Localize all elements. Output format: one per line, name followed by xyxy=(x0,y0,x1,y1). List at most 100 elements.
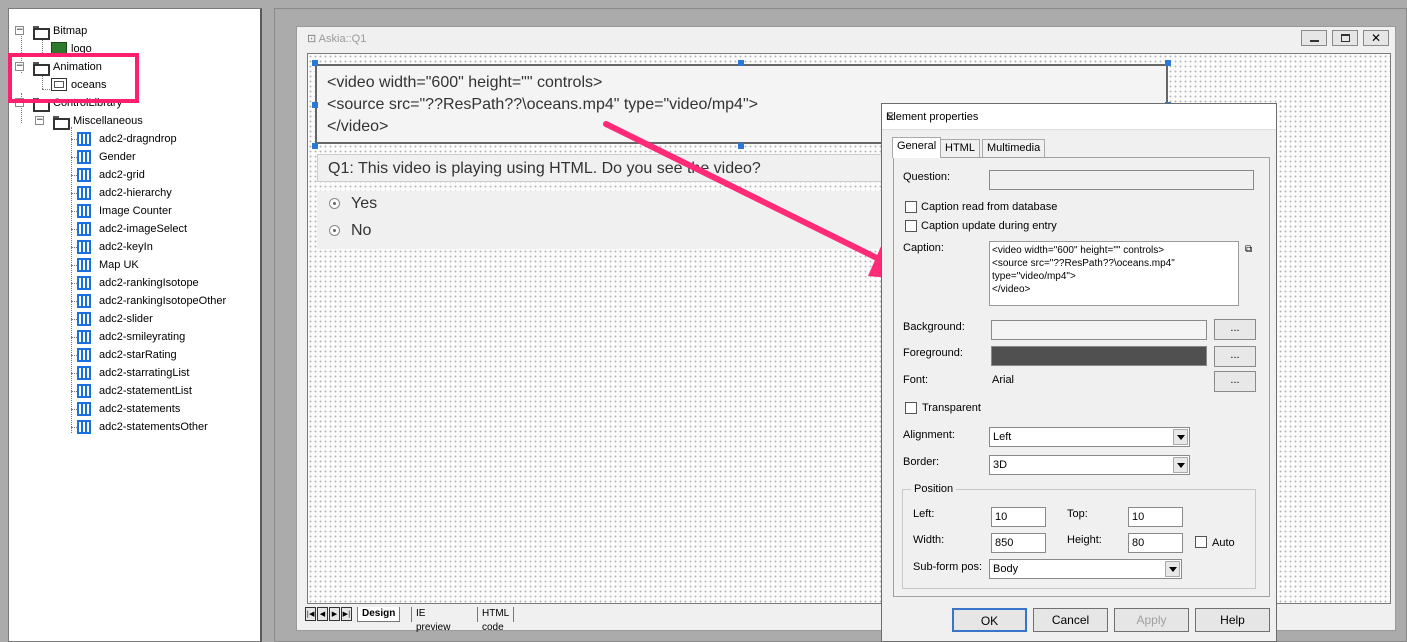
radio-yes[interactable] xyxy=(329,198,340,209)
control-icon xyxy=(77,132,91,146)
window-title-text: Askia::Q1 xyxy=(318,33,367,45)
radio-no[interactable] xyxy=(329,225,340,236)
highlight-box xyxy=(8,53,139,103)
tree-label: adc2-rankingIsotope xyxy=(99,277,199,289)
tree-label: adc2-statements xyxy=(99,403,181,415)
collapse-icon[interactable]: − xyxy=(35,116,44,125)
font-label: Font: xyxy=(903,374,929,386)
alignment-value: Left xyxy=(993,431,1012,443)
alignment-select[interactable]: Left xyxy=(989,427,1190,447)
control-icon xyxy=(77,240,91,254)
resource-tree: − Bitmap logo − Animation oceans − Contr… xyxy=(8,8,262,642)
tree-label: adc2-starratingList xyxy=(99,367,190,379)
resize-handle[interactable] xyxy=(312,60,318,66)
tree-label: adc2-statementList xyxy=(99,385,192,397)
control-icon xyxy=(77,312,91,326)
resize-handle[interactable] xyxy=(312,102,318,108)
control-icon xyxy=(77,204,91,218)
alignment-label: Alignment: xyxy=(903,429,955,441)
ok-button[interactable]: OK xyxy=(952,608,1027,632)
window-controls: ✕ xyxy=(1299,30,1389,49)
question-label: Question: xyxy=(903,171,951,183)
background-picker-button[interactable]: ... xyxy=(1214,319,1256,340)
tree-label: adc2-imageSelect xyxy=(99,223,188,235)
tab-html[interactable]: HTML xyxy=(940,139,980,158)
tab-general[interactable]: General xyxy=(892,137,942,158)
width-input[interactable]: 850 xyxy=(991,533,1046,553)
expand-icon[interactable]: ⧉ xyxy=(1245,244,1252,255)
foreground-color-field xyxy=(991,346,1207,366)
tree-label: adc2-hierarchy xyxy=(99,187,172,199)
tree-label: Bitmap xyxy=(53,25,88,37)
resize-handle[interactable] xyxy=(312,143,318,149)
auto-checkbox[interactable] xyxy=(1195,536,1207,548)
minimize-button[interactable] xyxy=(1300,30,1327,46)
control-icon xyxy=(77,168,91,182)
html-line: <video width="600" height="" controls> xyxy=(327,74,603,91)
foreground-picker-button[interactable]: ... xyxy=(1214,346,1256,367)
chevron-down-icon[interactable] xyxy=(1173,457,1188,473)
control-icon xyxy=(77,186,91,200)
control-icon xyxy=(77,420,91,434)
apply-button[interactable]: Apply xyxy=(1114,608,1189,632)
prev-tab-icon[interactable]: ◀ xyxy=(317,607,328,621)
close-icon[interactable]: ✕ xyxy=(886,111,1266,124)
tab-multimedia[interactable]: Multimedia xyxy=(982,139,1046,158)
border-value: 3D xyxy=(993,459,1008,471)
tab-html-code[interactable]: HTML code xyxy=(477,607,514,633)
border-select[interactable]: 3D xyxy=(989,455,1190,475)
subform-label: Sub-form pos: xyxy=(913,561,983,573)
tree-line xyxy=(71,127,72,433)
control-icon xyxy=(77,384,91,398)
tree-label: adc2-rankingIsotopeOther xyxy=(99,295,227,307)
option-no-label: No xyxy=(351,222,372,239)
resize-handle[interactable] xyxy=(1165,60,1171,66)
next-tab-icon[interactable]: ▶ xyxy=(329,607,340,621)
tree-label: Miscellaneous xyxy=(73,115,143,127)
subform-value: Body xyxy=(993,563,1019,575)
height-input[interactable]: 80 xyxy=(1128,533,1183,553)
tab-design[interactable]: Design xyxy=(357,607,401,622)
resize-handle[interactable] xyxy=(738,60,744,66)
tree-label: adc2-keyIn xyxy=(99,241,153,253)
subform-select[interactable]: Body xyxy=(989,559,1182,579)
tree-label: adc2-smileyrating xyxy=(99,331,186,343)
caption-textarea[interactable]: <video width="600" height="" controls> <… xyxy=(989,241,1239,306)
tree-line xyxy=(42,39,43,53)
caption-label: Caption: xyxy=(903,242,944,254)
close-button[interactable]: ✕ xyxy=(1363,30,1389,46)
question-field[interactable] xyxy=(989,170,1254,190)
folder-icon xyxy=(53,116,70,130)
background-color-field xyxy=(991,320,1207,340)
restore-button[interactable] xyxy=(1331,30,1358,46)
help-button[interactable]: Help xyxy=(1195,608,1270,632)
top-label: Top: xyxy=(1067,508,1088,520)
tab-ie-preview[interactable]: IE preview xyxy=(411,607,454,633)
transparent-checkbox[interactable] xyxy=(905,402,917,414)
caption-db-checkbox[interactable] xyxy=(905,201,917,213)
tree-label: Map UK xyxy=(99,259,139,271)
tree-label: Gender xyxy=(99,151,136,163)
caption-update-checkbox[interactable] xyxy=(905,220,917,232)
font-picker-button[interactable]: ... xyxy=(1214,371,1256,392)
left-input[interactable]: 10 xyxy=(991,507,1046,527)
top-input[interactable]: 10 xyxy=(1128,507,1183,527)
caption-update-label: Caption update during entry xyxy=(921,220,1057,232)
chevron-down-icon[interactable] xyxy=(1165,561,1180,577)
resize-handle[interactable] xyxy=(738,143,744,149)
window-title: ⊡ Askia::Q1 xyxy=(307,32,366,45)
tree-label: adc2-slider xyxy=(99,313,153,325)
control-icon xyxy=(77,366,91,380)
tree-label: adc2-dragndrop xyxy=(99,133,177,145)
control-icon xyxy=(77,294,91,308)
auto-label: Auto xyxy=(1212,537,1235,549)
transparent-label: Transparent xyxy=(922,402,981,414)
collapse-icon[interactable]: − xyxy=(15,26,24,35)
element-properties-dialog: Element properties ✕ General HTML Multim… xyxy=(881,103,1277,642)
control-icon xyxy=(77,276,91,290)
first-tab-icon[interactable]: |◀ xyxy=(305,607,316,621)
last-tab-icon[interactable]: ▶| xyxy=(341,607,352,621)
folder-icon xyxy=(33,26,50,40)
cancel-button[interactable]: Cancel xyxy=(1033,608,1108,632)
chevron-down-icon[interactable] xyxy=(1173,429,1188,445)
